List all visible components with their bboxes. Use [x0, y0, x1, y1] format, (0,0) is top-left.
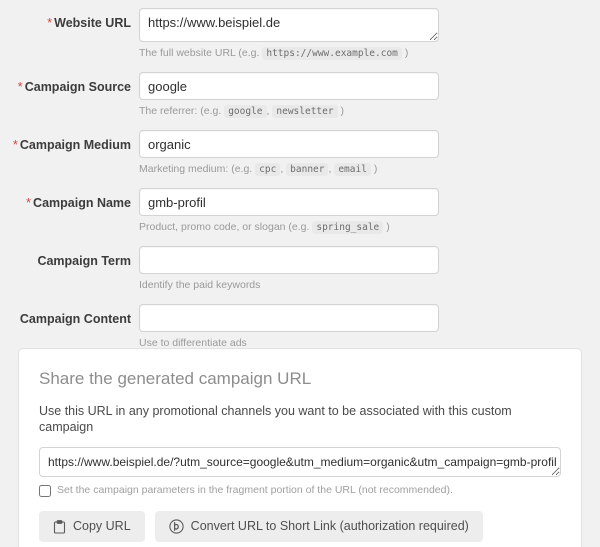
- clipboard-icon: [53, 519, 66, 534]
- field-row-campaign-medium: *Campaign Medium Marketing medium: (e.g.…: [0, 130, 600, 188]
- required-asterisk: *: [17, 79, 23, 94]
- help-website-url: The full website URL (e.g. https://www.e…: [139, 47, 439, 60]
- field-row-campaign-name: *Campaign Name Product, promo code, or s…: [0, 188, 600, 246]
- campaign-term-input[interactable]: [139, 246, 439, 274]
- help-code: newsletter: [272, 105, 338, 118]
- help-suffix: ): [373, 163, 378, 175]
- help-code: email: [334, 163, 371, 176]
- help-code: banner: [286, 163, 329, 176]
- campaign-form: *Website URL The full website URL (e.g. …: [0, 0, 600, 362]
- help-campaign-term: Identify the paid keywords: [139, 279, 261, 291]
- generated-url-textarea[interactable]: [39, 447, 561, 477]
- help-code: cpc: [255, 163, 281, 176]
- fragment-portion-label[interactable]: Set the campaign parameters in the fragm…: [57, 484, 453, 497]
- input-col-campaign-source: The referrer: (e.g. google, newsletter ): [139, 72, 439, 130]
- convert-short-link-label: Convert URL to Short Link (authorization…: [190, 519, 469, 533]
- campaign-content-input[interactable]: [139, 304, 439, 332]
- help-code: google: [224, 105, 267, 118]
- help-campaign-name: Product, promo code, or slogan (e.g. spr…: [139, 221, 439, 234]
- help-separator: ,: [328, 163, 332, 175]
- fragment-checkbox-row: Set the campaign parameters in the fragm…: [39, 484, 561, 497]
- fragment-portion-checkbox[interactable]: [39, 484, 51, 497]
- label-text: Campaign Term: [37, 254, 131, 268]
- bitly-icon: [169, 519, 184, 534]
- label-campaign-term: Campaign Term: [0, 246, 139, 268]
- convert-short-link-button[interactable]: Convert URL to Short Link (authorization…: [154, 511, 483, 542]
- label-campaign-source: * Campaign Source: [0, 72, 139, 95]
- help-suffix: ): [340, 105, 345, 117]
- label-campaign-medium: * Campaign Medium: [0, 130, 139, 153]
- label-text: Campaign Source: [24, 80, 131, 94]
- label-campaign-content: Campaign Content: [0, 304, 139, 326]
- help-suffix: ): [404, 47, 409, 59]
- help-suffix: ): [386, 221, 390, 233]
- utm-campaign-builder-page: *Website URL The full website URL (e.g. …: [0, 0, 600, 547]
- field-row-campaign-term: Campaign Term Identify the paid keywords: [0, 246, 600, 304]
- website-url-input[interactable]: [139, 8, 439, 42]
- campaign-name-input[interactable]: [139, 188, 439, 216]
- campaign-medium-input[interactable]: [139, 130, 439, 158]
- input-col-website-url: The full website URL (e.g. https://www.e…: [139, 8, 439, 72]
- required-asterisk: *: [12, 137, 18, 152]
- help-campaign-medium: Marketing medium: (e.g. cpc, banner, ema…: [139, 163, 439, 176]
- help-separator: ,: [280, 163, 284, 175]
- label-website-url: * Website URL: [0, 8, 139, 31]
- help-prefix: The full website URL (e.g.: [139, 47, 260, 59]
- required-asterisk: *: [47, 15, 53, 30]
- help-code: spring_sale: [312, 221, 384, 234]
- help-prefix: Marketing medium: (e.g.: [139, 163, 253, 175]
- panel-subtitle: Use this URL in any promotional channels…: [39, 404, 512, 434]
- copy-url-label: Copy URL: [73, 519, 131, 533]
- field-row-campaign-source: *Campaign Source The referrer: (e.g. goo…: [0, 72, 600, 130]
- panel-button-row: Copy URL Convert URL to Short Link (auth…: [39, 511, 561, 542]
- help-prefix: The referrer: (e.g.: [139, 105, 222, 117]
- copy-url-button[interactable]: Copy URL: [39, 511, 145, 542]
- input-col-campaign-medium: Marketing medium: (e.g. cpc, banner, ema…: [139, 130, 439, 188]
- label-text: Campaign Name: [33, 196, 131, 210]
- field-row-website-url: *Website URL The full website URL (e.g. …: [0, 8, 600, 72]
- label-text: Campaign Medium: [19, 138, 131, 152]
- label-campaign-name: * Campaign Name: [0, 188, 139, 211]
- help-prefix: Product, promo code, or slogan (e.g.: [139, 221, 310, 233]
- panel-title: Share the generated campaign URL: [39, 369, 312, 388]
- required-asterisk: *: [25, 195, 32, 210]
- help-code: https://www.example.com: [262, 47, 402, 60]
- label-text: Website URL: [54, 16, 131, 30]
- help-separator: ,: [266, 105, 270, 117]
- share-campaign-url-panel: Share the generated campaign URL Use thi…: [18, 348, 582, 547]
- help-campaign-source: The referrer: (e.g. google, newsletter ): [139, 105, 439, 118]
- campaign-source-input[interactable]: [139, 72, 439, 100]
- label-text: Campaign Content: [19, 312, 131, 326]
- input-col-campaign-term: Identify the paid keywords: [139, 246, 439, 304]
- input-col-campaign-name: Product, promo code, or slogan (e.g. spr…: [139, 188, 439, 246]
